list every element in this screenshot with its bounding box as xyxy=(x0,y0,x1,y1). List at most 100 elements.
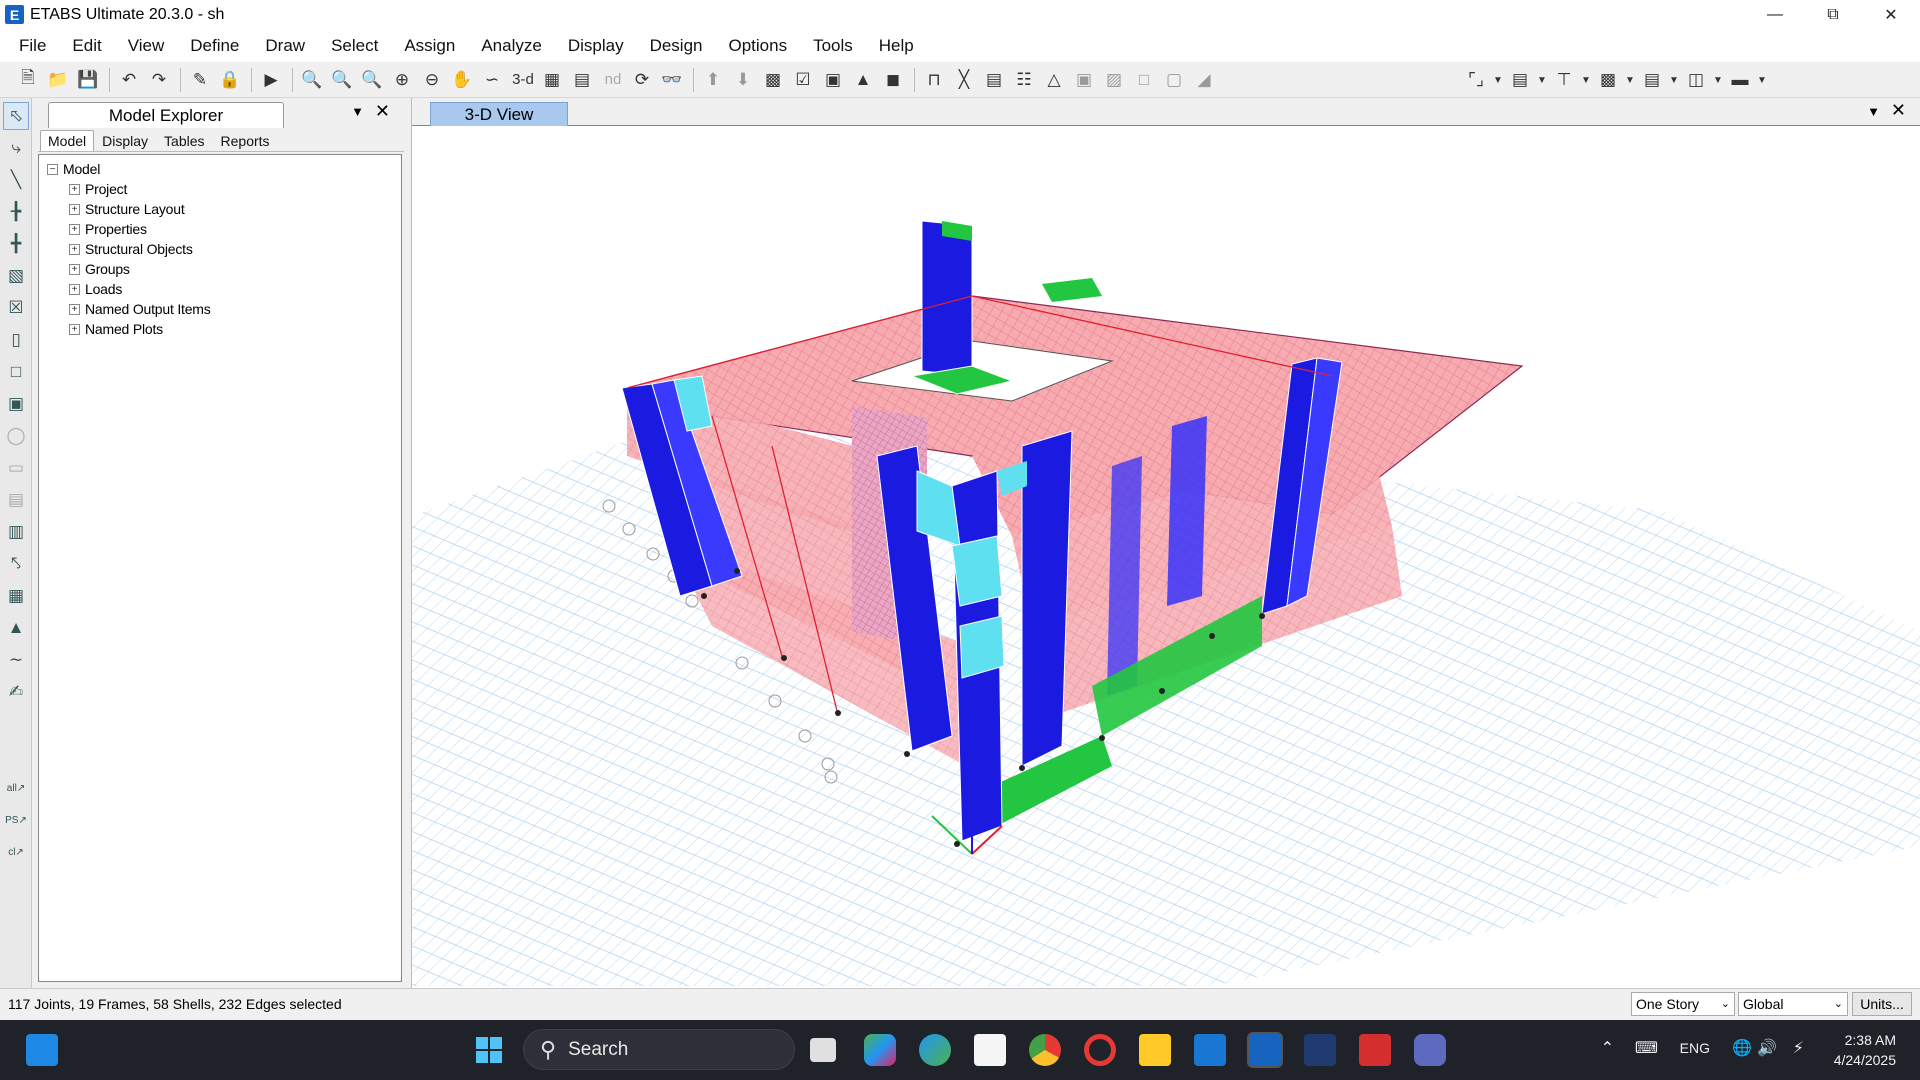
draw-pier-icon[interactable]: ▥ xyxy=(3,518,29,546)
view-menu-icon[interactable]: ▼ xyxy=(1867,104,1880,119)
panel-menu-icon[interactable]: ▼ xyxy=(351,104,364,119)
menu-display[interactable]: Display xyxy=(555,29,637,62)
wall-icon[interactable]: ▣ xyxy=(1070,66,1098,94)
menu-options[interactable]: Options xyxy=(716,29,801,62)
object-shrink-icon[interactable]: ▲ xyxy=(849,66,877,94)
tree-node-properties[interactable]: + Properties xyxy=(47,219,401,239)
zoom-out-icon[interactable]: ⊖ xyxy=(418,66,446,94)
edge-browser-icon[interactable] xyxy=(919,1034,951,1066)
menu-select[interactable]: Select xyxy=(318,29,391,62)
draw-opening-icon[interactable]: ◯ xyxy=(3,422,29,450)
refresh-window-icon[interactable]: ✎ xyxy=(186,66,214,94)
opening-icon[interactable]: □ xyxy=(1130,66,1158,94)
slab-icon[interactable]: ▨ xyxy=(1100,66,1128,94)
widgets-icon[interactable] xyxy=(26,1034,58,1066)
close-view-icon[interactable]: ✕ xyxy=(1891,100,1906,121)
draw-wave-icon[interactable]: ∼ xyxy=(3,646,29,674)
zoom-in-icon[interactable]: ⊕ xyxy=(388,66,416,94)
i-section-icon[interactable]: ▩ xyxy=(1594,66,1622,94)
draw-wall-icon[interactable]: ▭ xyxy=(3,454,29,482)
tree-node-project[interactable]: + Project xyxy=(47,179,401,199)
redo-icon[interactable]: ↷ xyxy=(145,66,173,94)
file-explorer-icon[interactable] xyxy=(1139,1034,1171,1066)
revit-icon[interactable] xyxy=(1304,1034,1336,1066)
display-options-icon[interactable]: ▣ xyxy=(819,66,847,94)
show-hidden-icons[interactable]: ⌃ xyxy=(1601,1038,1614,1058)
area-section-icon[interactable]: ▤ xyxy=(1506,66,1534,94)
draw-wall-stack-icon[interactable]: ▤ xyxy=(3,486,29,514)
safe-app-icon[interactable] xyxy=(1194,1034,1226,1066)
section-i-icon[interactable]: ⌜⌟ xyxy=(1462,66,1490,94)
lock-icon[interactable]: 🔒 xyxy=(216,66,244,94)
draw-link-icon[interactable]: ⤣ xyxy=(3,550,29,578)
menu-file[interactable]: File xyxy=(6,29,59,62)
copilot-icon[interactable] xyxy=(864,1034,896,1066)
column-icon[interactable]: △ xyxy=(1040,66,1068,94)
expand-icon[interactable]: + xyxy=(69,223,80,235)
menu-assign[interactable]: Assign xyxy=(391,29,468,62)
draw-grid-icon[interactable]: ▦ xyxy=(3,582,29,610)
brace-icon[interactable]: ╳ xyxy=(950,66,978,94)
close-window-button[interactable]: ✕ xyxy=(1862,0,1920,29)
draw-frame-icon[interactable]: ╊ xyxy=(3,198,29,226)
deck-icon[interactable]: ▢ xyxy=(1160,66,1188,94)
tree-node-model[interactable]: − Model xyxy=(47,159,401,179)
draw-line-icon[interactable]: ╲ xyxy=(3,166,29,194)
collapse-icon[interactable]: − xyxy=(47,163,58,175)
coordinate-system-select[interactable]: Global ⌄ xyxy=(1738,992,1848,1016)
tab-tables[interactable]: Tables xyxy=(156,130,212,151)
nd-view-button[interactable]: nd xyxy=(598,66,628,94)
zoom-previous-icon[interactable]: 🔍 xyxy=(358,66,386,94)
tree-node-named-plots[interactable]: + Named Plots xyxy=(47,319,401,339)
draw-brace-icon[interactable]: ☒ xyxy=(3,294,29,322)
zoom-window-icon[interactable]: 🔍 xyxy=(298,66,326,94)
pointer-icon[interactable]: ⬁ xyxy=(3,102,29,130)
line-style-icon[interactable]: ▬ xyxy=(1726,66,1754,94)
save-icon[interactable]: 💾 xyxy=(74,66,102,94)
new-file-icon[interactable]: 🗎 xyxy=(14,66,42,94)
open-file-icon[interactable]: 📁 xyxy=(44,66,72,94)
tree-node-loads[interactable]: + Loads xyxy=(47,279,401,299)
etabs-taskbar-icon[interactable] xyxy=(1247,1032,1283,1068)
dropdown-arrow-icon[interactable]: ▼ xyxy=(1580,66,1592,94)
draw-tendon-icon[interactable]: ▲ xyxy=(3,614,29,642)
language-indicator[interactable]: ENG xyxy=(1680,1040,1710,1056)
tree-node-structural-objects[interactable]: + Structural Objects xyxy=(47,239,401,259)
t-section-icon[interactable]: ⊤ xyxy=(1550,66,1578,94)
quick-draw-area-icon[interactable]: ▣ xyxy=(3,390,29,418)
undo-icon[interactable]: ↶ xyxy=(115,66,143,94)
menu-tools[interactable]: Tools xyxy=(800,29,866,62)
reshape-icon[interactable]: ⤷ xyxy=(3,134,29,162)
dropdown-arrow-icon[interactable]: ▼ xyxy=(1712,66,1724,94)
dropdown-arrow-icon[interactable]: ▼ xyxy=(1756,66,1768,94)
minimize-button[interactable]: — xyxy=(1746,0,1804,29)
expand-icon[interactable]: + xyxy=(69,183,80,195)
view-3d-button[interactable]: 3-d xyxy=(508,66,538,94)
menu-draw[interactable]: Draw xyxy=(252,29,318,62)
view-tab-3d[interactable]: 3-D View xyxy=(430,102,568,126)
story-select[interactable]: One Story ⌄ xyxy=(1631,992,1735,1016)
model-3d-canvas[interactable] xyxy=(412,126,1920,986)
menu-help[interactable]: Help xyxy=(866,29,927,62)
rotate-icon[interactable]: ⟳ xyxy=(628,66,656,94)
expand-icon[interactable]: + xyxy=(69,243,80,255)
elevation-view-icon[interactable]: ▤ xyxy=(568,66,596,94)
zoom-restore-icon[interactable]: 🔍 xyxy=(328,66,356,94)
beam-icon[interactable]: ▤ xyxy=(980,66,1008,94)
start-windows-icon[interactable] xyxy=(473,1034,505,1066)
frame-icon[interactable]: ⊓ xyxy=(920,66,948,94)
select-object-icon[interactable]: ▩ xyxy=(759,66,787,94)
menu-edit[interactable]: Edit xyxy=(59,29,114,62)
draw-beam-icon[interactable]: ▧ xyxy=(3,262,29,290)
chrome-icon[interactable] xyxy=(1029,1034,1061,1066)
autocad-icon[interactable] xyxy=(1359,1034,1391,1066)
tree-node-groups[interactable]: + Groups xyxy=(47,259,401,279)
opera-icon[interactable] xyxy=(1084,1034,1116,1066)
teams-icon[interactable] xyxy=(1414,1034,1446,1066)
expand-icon[interactable]: + xyxy=(69,263,80,275)
expand-icon[interactable]: + xyxy=(69,323,80,335)
volume-icon[interactable]: 🔊 xyxy=(1757,1038,1777,1058)
tree-node-structure-layout[interactable]: + Structure Layout xyxy=(47,199,401,219)
clear-selection-icon[interactable]: cl ↗ xyxy=(3,838,29,866)
expand-icon[interactable]: + xyxy=(69,303,80,315)
